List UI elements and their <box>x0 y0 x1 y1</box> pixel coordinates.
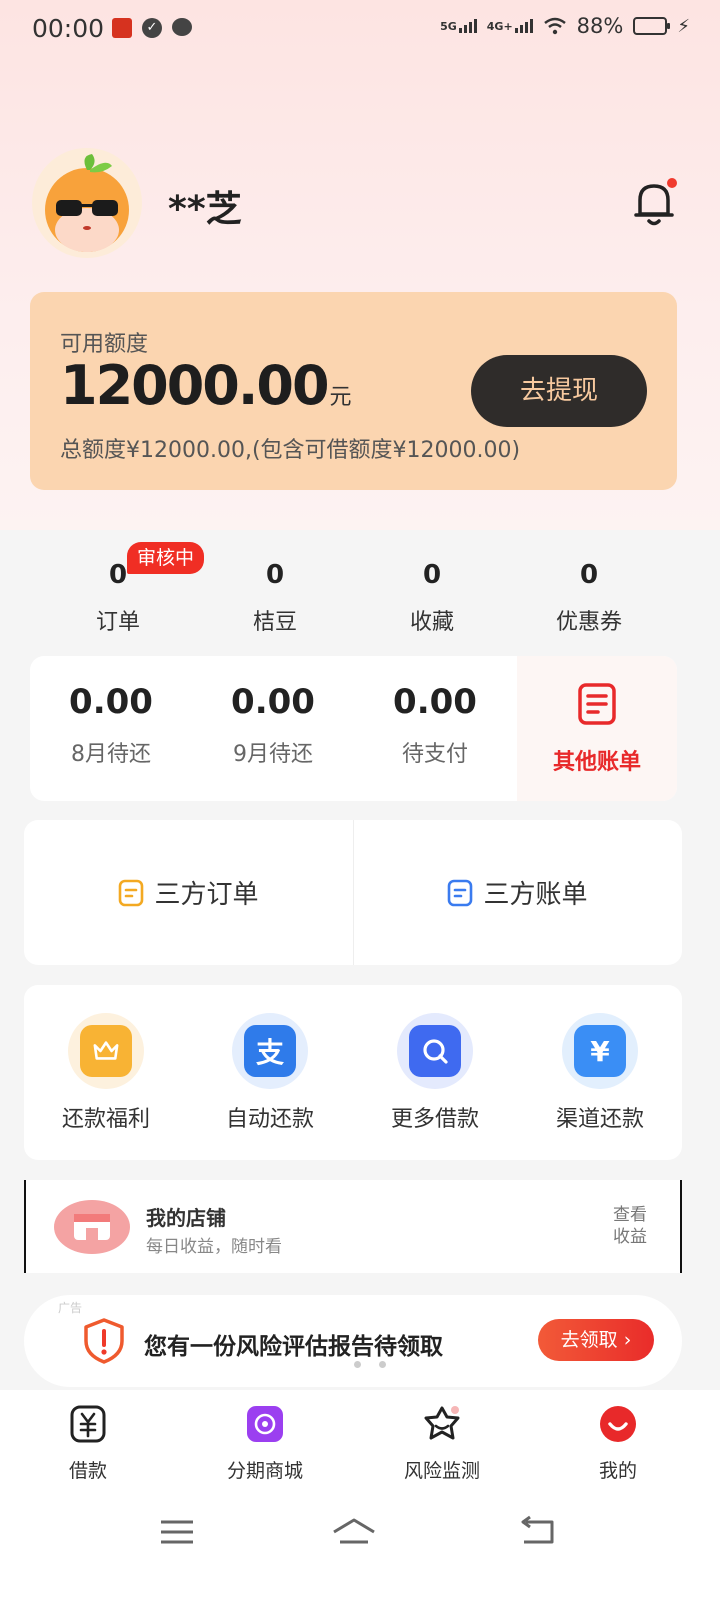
status-right: 5G 4G+ 88% ⚡ <box>440 14 690 38</box>
ad-tag: 广告 <box>58 1301 83 1315</box>
ad-text: 您有一份风险评估报告待领取 <box>144 1334 443 1360</box>
loan-yen-icon <box>70 1405 106 1443</box>
store-subtitle: 每日收益，随时看 <box>146 1237 282 1257</box>
bill-september[interactable]: 0.00 9月待还 <box>192 656 354 801</box>
shield-alert-icon <box>84 1318 124 1364</box>
wifi-icon <box>543 17 566 35</box>
notification-dot <box>667 178 677 188</box>
risk-star-icon <box>424 1406 460 1440</box>
store-icon <box>54 1200 130 1254</box>
service-auto-repay[interactable]: 支 自动还款 <box>188 1013 352 1133</box>
battery-percent: 88% <box>576 14 624 38</box>
system-nav <box>0 1490 720 1600</box>
credit-unit: 元 <box>329 385 352 410</box>
withdraw-button[interactable]: 去提现 <box>471 355 647 427</box>
nav-mall[interactable]: 分期商城 <box>205 1404 325 1483</box>
username: **芝 <box>168 189 242 230</box>
carousel-dots <box>354 1361 386 1368</box>
mall-icon <box>247 1406 283 1442</box>
other-bills-button[interactable]: 其他账单 <box>517 656 677 801</box>
signal-5g-icon: 5G <box>440 19 477 33</box>
credit-card: 可用额度 12000.00元 总额度¥12000.00,(包含可借额度¥1200… <box>30 292 677 490</box>
home-icon[interactable] <box>330 1514 378 1550</box>
credit-amount: 12000.00元 <box>60 354 352 417</box>
claim-button[interactable]: 去领取 › <box>538 1319 654 1361</box>
stat-orders[interactable]: 0 订单 <box>58 560 178 636</box>
service-channel-repay[interactable]: ¥ 渠道还款 <box>518 1013 682 1133</box>
order-list-icon <box>119 879 144 906</box>
document-icon <box>578 683 616 725</box>
charging-icon: ⚡ <box>677 15 690 37</box>
bill-list-icon <box>448 879 473 906</box>
service-repay-benefit[interactable]: 还款福利 <box>24 1013 188 1133</box>
bill-pending[interactable]: 0.00 待支付 <box>354 656 516 801</box>
stat-favorites[interactable]: 0 收藏 <box>372 560 492 636</box>
stat-beans[interactable]: 0 桔豆 <box>215 560 335 636</box>
thirdparty-orders-button[interactable]: 三方订单 <box>24 820 353 965</box>
ad-banner[interactable]: 广告 您有一份风险评估报告待领取 去领取 › <box>24 1295 682 1387</box>
message-icon <box>172 18 192 36</box>
thirdparty-card: 三方订单 三方账单 <box>24 820 682 965</box>
services-card: 还款福利 支 自动还款 更多借款 ¥ 渠道还款 <box>24 985 682 1160</box>
back-icon[interactable] <box>518 1514 558 1550</box>
store-banner[interactable]: 我的店铺 每日收益，随时看 查看收益 <box>24 1180 682 1273</box>
search-icon <box>409 1025 461 1077</box>
credit-total: 总额度¥12000.00,(包含可借额度¥12000.00) <box>60 438 521 463</box>
nav-loan[interactable]: 借款 <box>28 1404 148 1483</box>
menu-icon[interactable] <box>157 1514 197 1550</box>
stat-coupons[interactable]: 0 优惠券 <box>529 560 649 636</box>
thirdparty-bills-button[interactable]: 三方账单 <box>353 820 682 965</box>
store-title: 我的店铺 <box>146 1206 226 1230</box>
view-earnings-link[interactable]: 查看收益 <box>606 1204 654 1248</box>
yen-icon: ¥ <box>574 1025 626 1077</box>
service-more-loans[interactable]: 更多借款 <box>353 1013 517 1133</box>
stats-row: 0 订单 0 桔豆 0 收藏 0 优惠券 <box>0 560 720 640</box>
nav-mine[interactable]: 我的 <box>558 1404 678 1483</box>
crown-icon <box>80 1025 132 1077</box>
battery-icon <box>633 17 671 35</box>
orange-mascot-icon <box>45 154 129 252</box>
status-time: 00:00 <box>32 14 105 43</box>
signal-4g-icon: 4G+ <box>487 19 533 33</box>
status-bar: 00:00 ✓ 5G 4G+ 88% ⚡ <box>0 0 720 58</box>
mine-icon <box>600 1406 636 1442</box>
avatar[interactable] <box>32 148 142 258</box>
bill-august[interactable]: 0.00 8月待还 <box>30 656 192 801</box>
bottom-nav: 借款 分期商城 风险监测 我的 <box>0 1390 720 1490</box>
bills-card: 0.00 8月待还 0.00 9月待还 0.00 待支付 其他账单 <box>30 656 677 801</box>
check-icon: ✓ <box>142 18 162 38</box>
app-notification-icon <box>112 18 132 38</box>
alipay-icon: 支 <box>244 1025 296 1077</box>
nav-risk[interactable]: 风险监测 <box>382 1404 502 1483</box>
